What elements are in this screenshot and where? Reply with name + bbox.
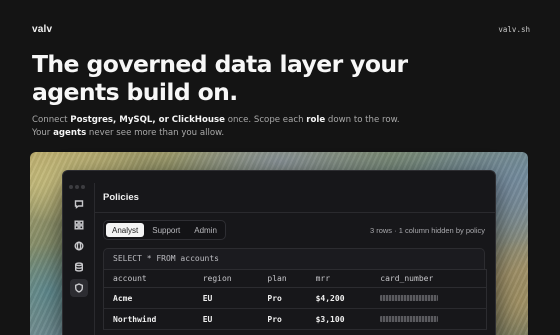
table-row[interactable]: Acme EU Pro $4,200 [103,287,487,309]
column-header: plan [258,269,307,288]
cell-region: EU [193,308,259,330]
tab-admin[interactable]: Admin [188,223,223,237]
sub-emphasis-databases: Postgres, MySQL, or ClickHouse [70,115,225,125]
sub-text: down to the row. [325,115,400,125]
hero-title: The governed data layer your agents buil… [32,50,408,106]
sub-emphasis-role: role [306,115,326,125]
globe-icon[interactable] [70,237,88,255]
table-row[interactable]: Northwind EU Pro $3,100 [103,308,487,330]
column-header: card_number [371,269,487,288]
cell-plan: Pro [258,308,307,330]
sub-text: never see more than you allow. [86,128,225,138]
results-table: account region plan mrr card_number Acme… [103,269,487,330]
cell-mrr: $3,100 [306,308,372,330]
sub-text: Connect [32,115,71,125]
brand-logo[interactable]: valv [32,24,52,35]
top-bar: valv valv.sh [32,24,530,38]
cell-card-number-masked [371,308,487,330]
shield-icon[interactable] [70,279,88,297]
site-domain[interactable]: valv.sh [498,25,530,34]
column-header: region [193,269,259,288]
divider [95,212,495,213]
panel-title: Policies [103,192,139,203]
hero-subtitle-line-1: Connect Postgres, MySQL, or ClickHouse o… [32,115,400,125]
sub-emphasis-agents: agents [53,128,87,138]
cell-card-number-masked [371,287,487,309]
policy-hint: 3 rows · 1 column hidden by policy [369,226,485,235]
sub-text: once. Scope each [224,115,307,125]
cell-account: Northwind [103,308,194,330]
column-header: account [103,269,194,288]
hero-subtitle-line-2: Your agents never see more than you allo… [32,128,224,138]
chat-icon[interactable] [70,195,88,213]
sidebar [63,183,95,335]
database-icon[interactable] [70,258,88,276]
role-tabs: Analyst Support Admin [103,220,226,240]
cell-mrr: $4,200 [306,287,372,309]
grid-icon[interactable] [70,216,88,234]
tab-support[interactable]: Support [146,223,186,237]
table-header-row: account region plan mrr card_number [103,269,487,288]
cell-region: EU [193,287,259,309]
cell-account: Acme [103,287,194,309]
column-header: mrr [306,269,372,288]
redacted-value [380,295,439,301]
tab-analyst[interactable]: Analyst [106,223,145,237]
sub-text: Your [32,128,54,138]
app-window: Policies Analyst Support Admin 3 rows · … [62,170,496,335]
redacted-value [380,316,439,322]
cell-plan: Pro [258,287,307,309]
sql-query[interactable]: SELECT * FROM accounts [103,248,485,269]
